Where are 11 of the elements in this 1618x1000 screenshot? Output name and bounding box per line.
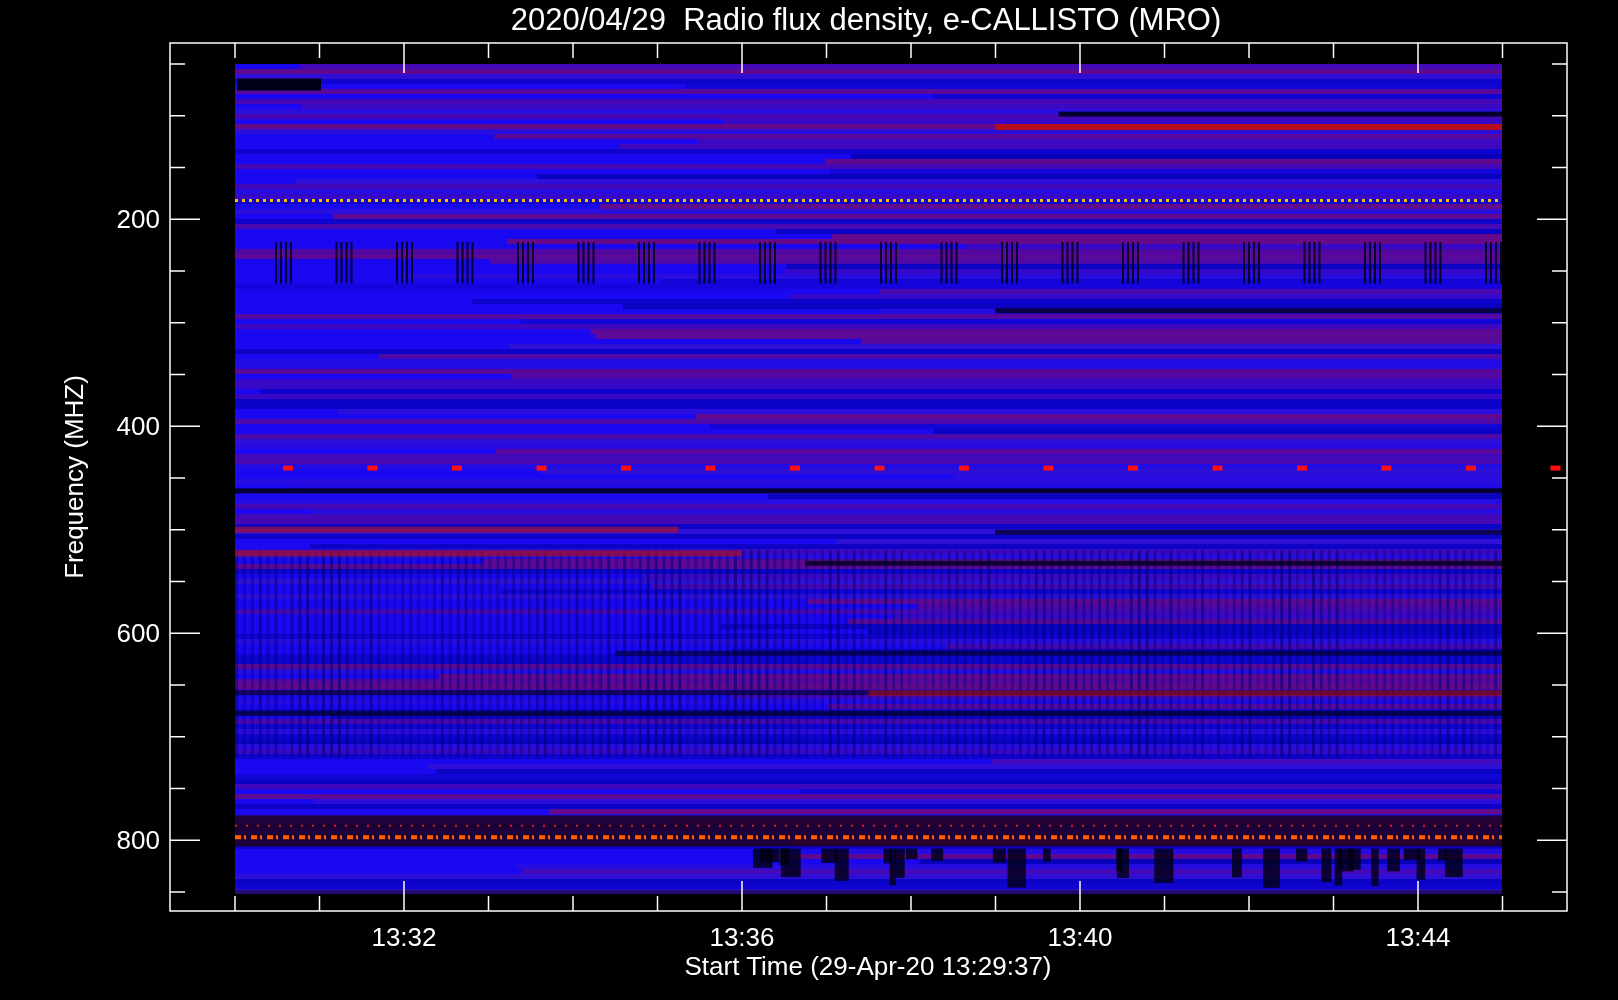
x-tick-label: 13:44 [1385, 922, 1451, 952]
x-tick-label: 13:36 [709, 922, 775, 952]
x-tick-label: 13:32 [371, 922, 437, 952]
y-tick-label: 600 [116, 618, 160, 649]
x-tick-label: 13:40 [1047, 922, 1113, 952]
y-tick-label: 400 [116, 411, 160, 442]
y-tick-label: 200 [116, 204, 160, 235]
x-axis-label: Start Time (29-Apr-20 13:29:37) [684, 951, 1052, 981]
chart-title: 2020/04/29 Radio flux density, e-CALLISTO (MRO) [510, 2, 1222, 37]
y-axis-label: Frequency (MHZ) [59, 375, 89, 579]
y-tick-label: 800 [116, 825, 160, 856]
